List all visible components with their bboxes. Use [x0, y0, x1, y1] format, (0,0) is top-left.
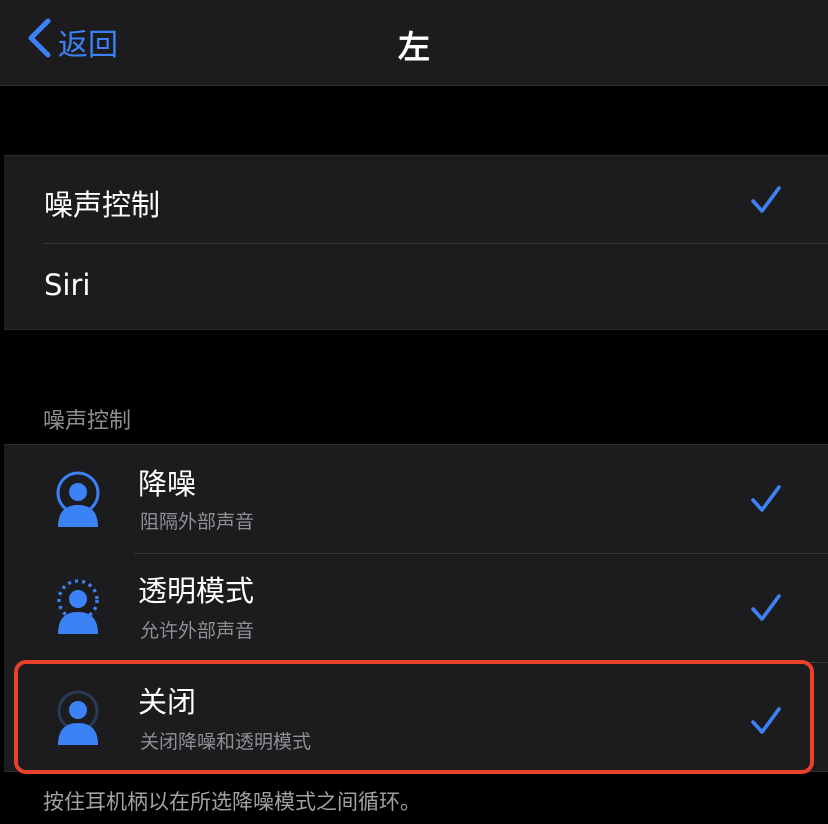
mode-transparency[interactable]: 透明模式 允许外部声音: [4, 554, 828, 662]
press-hold-group: 噪声控制 Siri: [4, 155, 828, 330]
page-title: 左: [397, 28, 430, 66]
option-siri[interactable]: Siri: [4, 244, 828, 331]
off-icon: [52, 689, 104, 745]
mode-title: 降噪: [138, 467, 197, 501]
mode-subtitle: 阻隔外部声音: [140, 511, 255, 533]
section-header: 噪声控制: [43, 409, 132, 434]
mode-noise-cancellation[interactable]: 降噪 阻隔外部声音: [4, 445, 828, 553]
mode-title: 透明模式: [138, 574, 255, 608]
mode-subtitle: 关闭降噪和透明模式: [140, 731, 312, 753]
noise-modes-group: 降噪 阻隔外部声音 透明模式 允许外部声音 关闭 关闭降噪和透明模式: [4, 444, 828, 772]
option-noise-control[interactable]: 噪声控制: [4, 156, 828, 243]
mode-title: 关闭: [138, 685, 197, 719]
checkmark-icon: [750, 592, 782, 624]
mode-subtitle: 允许外部声音: [140, 620, 255, 642]
checkmark-icon: [750, 184, 782, 216]
checkmark-icon: [750, 483, 782, 515]
screen: 返回 左 噪声控制 Siri 噪声控制 降噪 阻隔外部声音 透明模式 允许外部声…: [0, 0, 828, 824]
option-label: Siri: [44, 268, 91, 302]
checkmark-icon: [750, 705, 782, 737]
mode-off[interactable]: 关闭 关闭降噪和透明模式: [4, 663, 828, 773]
option-label: 噪声控制: [44, 188, 161, 222]
noise-cancellation-icon: [52, 471, 104, 527]
nav-bar: 返回 左: [0, 0, 828, 86]
transparency-icon: [52, 578, 104, 634]
footer-note: 按住耳机柄以在所选降噪模式之间循环。: [43, 790, 421, 814]
